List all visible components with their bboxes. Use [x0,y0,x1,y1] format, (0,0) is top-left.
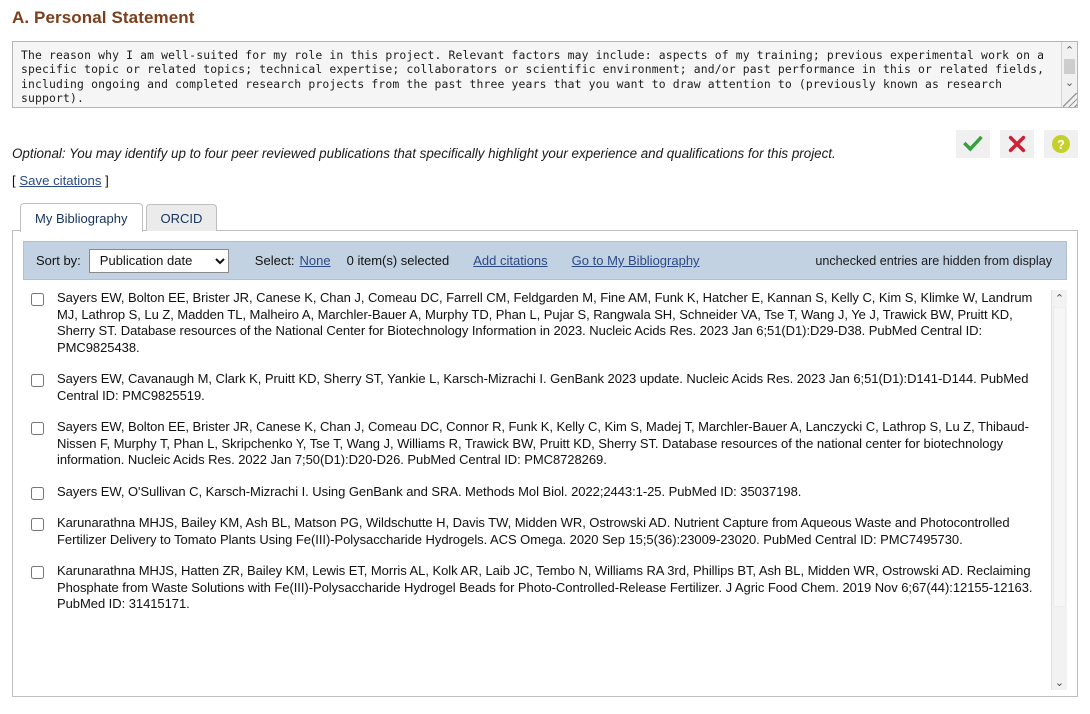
sort-by-select[interactable]: Publication date [88,248,229,273]
cancel-button[interactable] [1000,130,1034,158]
citation-checkbox[interactable] [31,422,44,435]
citation-checkbox[interactable] [31,374,44,387]
bracket-open: [ [12,173,16,188]
tab-orcid-label: ORCID [160,210,203,226]
save-citations-link[interactable]: Save citations [19,173,101,188]
scroll-down-icon[interactable]: ⌄ [1052,674,1067,690]
citation-list-scrollbar[interactable]: ⌃ ⌄ [1051,290,1067,690]
optional-note: Optional: You may identify up to four pe… [12,146,836,161]
help-button[interactable]: ? [1044,130,1078,158]
hidden-entries-note: unchecked entries are hidden from displa… [815,253,1052,268]
tab-strip: My Bibliography ORCID [12,202,1078,232]
citation-text: Sayers EW, Cavanaugh M, Clark K, Pruitt … [57,371,1029,403]
citations-tabs: My Bibliography ORCID Sort by: Publicati… [12,202,1078,697]
citation-text: Karunarathna MHJS, Hatten ZR, Bailey KM,… [57,563,1033,611]
citation-list: Sayers EW, Bolton EE, Brister JR, Canese… [23,290,1051,690]
citation-row[interactable]: Karunarathna MHJS, Bailey KM, Ash BL, Ma… [23,515,1045,548]
citation-row[interactable]: Sayers EW, Bolton EE, Brister JR, Canese… [23,419,1045,469]
save-citations-row: [ Save citations ] [12,173,1078,188]
scrollbar-thumb[interactable] [1064,59,1075,74]
citation-text: Sayers EW, Bolton EE, Brister JR, Canese… [57,419,1029,467]
select-label: Select: [254,253,295,268]
citation-text: Karunarathna MHJS, Bailey KM, Ash BL, Ma… [57,515,1010,547]
citation-row[interactable]: Sayers EW, O'Sullivan C, Karsch-Mizrachi… [23,484,1045,501]
citation-checkbox[interactable] [31,566,44,579]
svg-text:?: ? [1057,138,1065,152]
close-icon [1008,135,1026,153]
tab-panel-my-bibliography: Sort by: Publication date Select: None 0… [12,230,1078,697]
citation-checkbox[interactable] [31,518,44,531]
citation-checkbox[interactable] [31,486,44,500]
sort-by-label: Sort by: [36,253,81,268]
scroll-down-icon[interactable]: ⌄ [1062,75,1077,90]
add-citations-link[interactable]: Add citations [473,253,547,268]
check-icon [963,135,983,152]
scrollbar-thumb[interactable] [1053,307,1066,607]
personal-statement-textarea[interactable]: The reason why I am well-suited for my r… [12,41,1078,108]
citation-list-area: Sayers EW, Bolton EE, Brister JR, Canese… [23,290,1067,690]
bibliography-toolbar: Sort by: Publication date Select: None 0… [23,241,1067,280]
tab-orcid[interactable]: ORCID [145,204,218,231]
citation-row[interactable]: Sayers EW, Cavanaugh M, Clark K, Pruitt … [23,371,1045,404]
accept-button[interactable] [956,130,990,158]
tab-my-bibliography[interactable]: My Bibliography [20,203,143,232]
citation-row[interactable]: Sayers EW, Bolton EE, Brister JR, Canese… [23,290,1045,356]
page-title: A. Personal Statement [12,8,195,27]
citation-row[interactable]: Karunarathna MHJS, Hatten ZR, Bailey KM,… [23,563,1045,613]
resize-handle[interactable] [1063,93,1077,107]
action-button-row: ? [956,130,1078,158]
select-none-link[interactable]: None [300,253,331,268]
scroll-up-icon[interactable]: ⌃ [1062,43,1077,58]
personal-statement-text[interactable]: The reason why I am well-suited for my r… [13,42,1061,107]
question-mark-icon: ? [1052,135,1070,153]
personal-statement-page: A. Personal Statement The reason why I a… [0,8,1090,714]
citation-checkbox[interactable] [31,293,44,306]
tab-my-bibliography-label: My Bibliography [35,210,128,226]
selected-count: 0 item(s) selected [346,253,450,268]
citation-text: Sayers EW, O'Sullivan C, Karsch-Mizrachi… [57,483,802,499]
citation-text: Sayers EW, Bolton EE, Brister JR, Canese… [57,290,1033,355]
scroll-up-icon[interactable]: ⌃ [1052,290,1067,306]
bracket-close: ] [105,173,109,188]
go-to-my-bibliography-link[interactable]: Go to My Bibliography [572,253,700,268]
